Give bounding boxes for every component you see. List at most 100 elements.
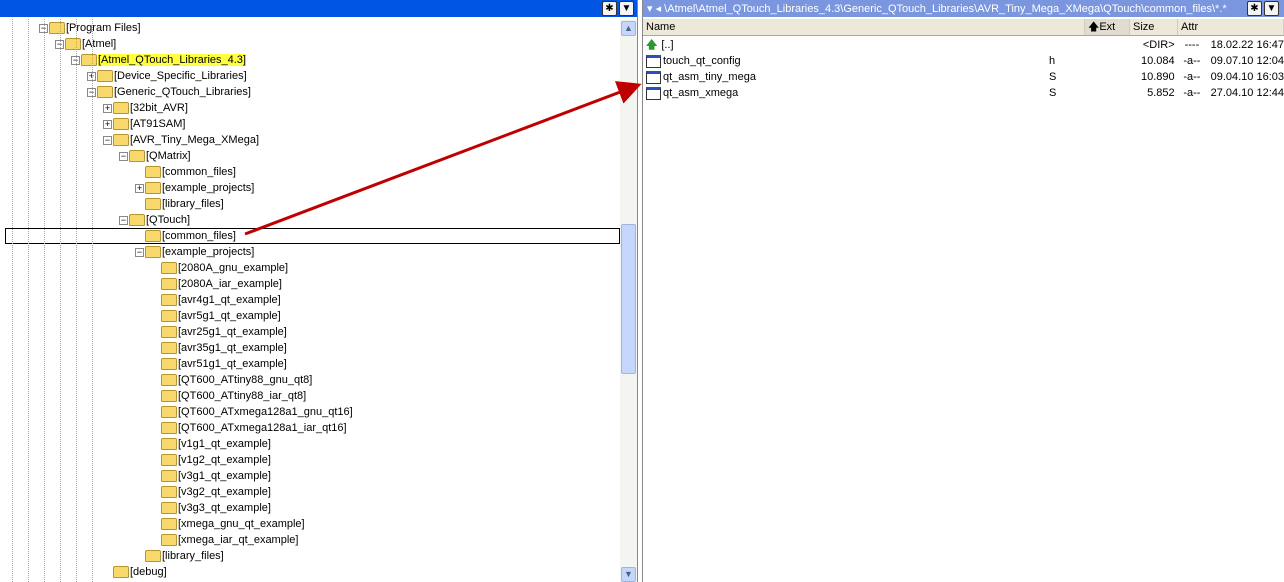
tree-item-label: [avr5g1_qt_example] xyxy=(178,310,281,322)
tree-item[interactable]: [debug] xyxy=(103,564,167,580)
tree-item[interactable]: [v3g3_qt_example] xyxy=(151,500,271,516)
tree-item[interactable]: [2080A_iar_example] xyxy=(151,276,282,292)
right-panel: ▾ ◂ \Atmel\Atmel_QTouch_Libraries_4.3\Ge… xyxy=(642,0,1284,582)
tree-item[interactable]: [QT600_ATxmega128a1_iar_qt16] xyxy=(151,420,347,436)
expand-icon[interactable]: + xyxy=(103,119,112,129)
tree-item[interactable]: − [Atmel] xyxy=(55,36,116,52)
tree-item[interactable]: [xmega_iar_qt_example] xyxy=(151,532,298,548)
column-ext[interactable]: 🡅Ext xyxy=(1085,19,1130,35)
tree-scrollbar[interactable]: ▲ ▼ xyxy=(620,19,637,582)
file-attr: -a-- xyxy=(1183,87,1201,99)
file-row[interactable]: qt_asm_tiny_mega S 10.890 -a-- 09.04.10 16:0… xyxy=(646,69,1284,85)
tree-item-label: [common_files] xyxy=(162,166,236,178)
tree-item[interactable]: [v3g1_qt_example] xyxy=(151,468,271,484)
file-row[interactable]: qt_asm_xmega S 5.852 -a-- 27.04.10 12:44 xyxy=(646,85,1284,101)
path-bar[interactable]: ▾ ◂ \Atmel\Atmel_QTouch_Libraries_4.3\Ge… xyxy=(643,0,1284,17)
column-name[interactable]: Name xyxy=(643,19,1085,35)
tree-item[interactable]: − [example_projects] xyxy=(135,244,254,260)
tree-item[interactable]: [avr51g1_qt_example] xyxy=(151,356,287,372)
file-row[interactable]: touch_qt_config h 10.084 -a-- 09.07.10 12:04 xyxy=(646,53,1284,69)
column-attr[interactable]: Attr xyxy=(1178,19,1284,35)
tree-item-label: [32bit_AVR] xyxy=(130,102,188,114)
tree-item[interactable]: − [QMatrix] xyxy=(119,148,191,164)
folder-icon xyxy=(113,118,129,130)
tree-item[interactable]: − [Atmel_QTouch_Libraries_4.3] xyxy=(71,52,246,68)
tree-item-label: [QT600_ATtiny88_gnu_qt8] xyxy=(178,374,313,386)
tree-item[interactable]: [library_files] xyxy=(135,548,224,564)
collapse-icon[interactable]: − xyxy=(135,247,144,257)
tree-item[interactable]: + [example_projects] xyxy=(135,180,254,196)
sort-arrow-icon: 🡅 xyxy=(1088,21,1100,33)
folder-icon xyxy=(113,134,129,146)
tree-item-label: [common_files] xyxy=(162,230,236,242)
favorites-button[interactable]: ✱ xyxy=(1247,1,1262,16)
favorites-button[interactable]: ✱ xyxy=(602,1,617,16)
tree-item-label: [library_files] xyxy=(162,550,224,562)
tree-item[interactable]: − [Program Files] xyxy=(39,20,141,36)
tree-item[interactable]: [avr25g1_qt_example] xyxy=(151,324,287,340)
tree-guide-line xyxy=(44,19,45,582)
file-row[interactable]: 🡅 [..] <DIR> ---- 18.02.22 16:47 xyxy=(646,37,1284,53)
tree-item[interactable]: [common_files] xyxy=(135,228,236,244)
file-icon xyxy=(646,86,661,100)
tree-item[interactable]: [QT600_ATtiny88_iar_qt8] xyxy=(151,388,306,404)
collapse-icon[interactable]: − xyxy=(119,215,128,225)
tree-item[interactable]: − [AVR_Tiny_Mega_XMega] xyxy=(103,132,259,148)
folder-icon xyxy=(97,86,113,98)
tree-item[interactable]: [library_files] xyxy=(135,196,224,212)
path-dropdown-icon[interactable]: ▾ ◂ xyxy=(647,2,661,15)
left-panel: ✱ ▼ − [Program Files] − [Atmel] − [Atmel_QTou… xyxy=(0,0,638,582)
expand-icon[interactable]: + xyxy=(135,183,144,193)
tree-item[interactable]: [QT600_ATxmega128a1_gnu_qt16] xyxy=(151,404,353,420)
tree-item[interactable]: [avr4g1_qt_example] xyxy=(151,292,281,308)
folder-icon xyxy=(161,534,177,546)
file-name: touch_qt_config xyxy=(663,55,741,67)
tree-item[interactable]: + [AT91SAM] xyxy=(103,116,185,132)
tree-item[interactable]: + [Device_Specific_Libraries] xyxy=(87,68,247,84)
tree-item-label: [xmega_iar_qt_example] xyxy=(178,534,299,546)
tree-item-label: [Atmel] xyxy=(82,38,117,50)
folder-icon xyxy=(161,310,177,322)
tree-item[interactable]: [xmega_gnu_qt_example] xyxy=(151,516,305,532)
tree-guide-line xyxy=(76,19,77,582)
scroll-up-button[interactable]: ▲ xyxy=(621,21,636,36)
folder-icon xyxy=(161,470,177,482)
expand-icon[interactable]: + xyxy=(103,103,112,113)
file-size: 10.084 xyxy=(1140,55,1175,67)
scroll-down-button[interactable]: ▼ xyxy=(621,567,636,582)
folder-icon xyxy=(161,294,177,306)
folder-icon xyxy=(145,550,161,562)
collapse-icon[interactable]: − xyxy=(119,151,128,161)
file-attr: -a-- xyxy=(1183,55,1201,67)
scroll-thumb[interactable] xyxy=(621,224,636,374)
collapse-icon[interactable]: − xyxy=(103,135,112,145)
tree-item-label: [Program Files] xyxy=(66,22,141,34)
tree-item[interactable]: [2080A_gnu_example] xyxy=(151,260,288,276)
tree-item[interactable]: [QT600_ATtiny88_gnu_qt8] xyxy=(151,372,312,388)
column-size[interactable]: Size xyxy=(1130,19,1178,35)
tree-item-label: [QMatrix] xyxy=(146,150,191,162)
tree-guide-line xyxy=(60,19,61,582)
left-panel-header: ✱ ▼ xyxy=(0,0,637,17)
tree-item[interactable]: + [32bit_AVR] xyxy=(103,100,188,116)
folder-icon xyxy=(161,278,177,290)
tree-item[interactable]: [v1g2_qt_example] xyxy=(151,452,271,468)
tree-item[interactable]: [v1g1_qt_example] xyxy=(151,436,271,452)
file-date: 09.07.10 12:04 xyxy=(1210,55,1284,67)
tree-item[interactable]: − [Generic_QTouch_Libraries] xyxy=(87,84,251,100)
tree-guide-line xyxy=(28,19,29,582)
tree-guide-line xyxy=(92,19,93,582)
tree-item[interactable]: [avr5g1_qt_example] xyxy=(151,308,281,324)
folder-icon xyxy=(113,102,129,114)
history-dropdown-button[interactable]: ▼ xyxy=(619,1,634,16)
tree-item[interactable]: − [QTouch] xyxy=(119,212,190,228)
history-dropdown-button[interactable]: ▼ xyxy=(1264,1,1279,16)
tree-item[interactable]: [common_files] xyxy=(135,164,236,180)
folder-icon xyxy=(161,486,177,498)
tree-item[interactable]: [v3g2_qt_example] xyxy=(151,484,271,500)
file-ext: S xyxy=(1048,87,1057,99)
tree-item[interactable]: [avr35g1_qt_example] xyxy=(151,340,287,356)
tree-item-label: [v3g2_qt_example] xyxy=(178,486,271,498)
tree-item-label: [QT600_ATxmega128a1_iar_qt16] xyxy=(178,422,347,434)
folder-icon xyxy=(161,454,177,466)
